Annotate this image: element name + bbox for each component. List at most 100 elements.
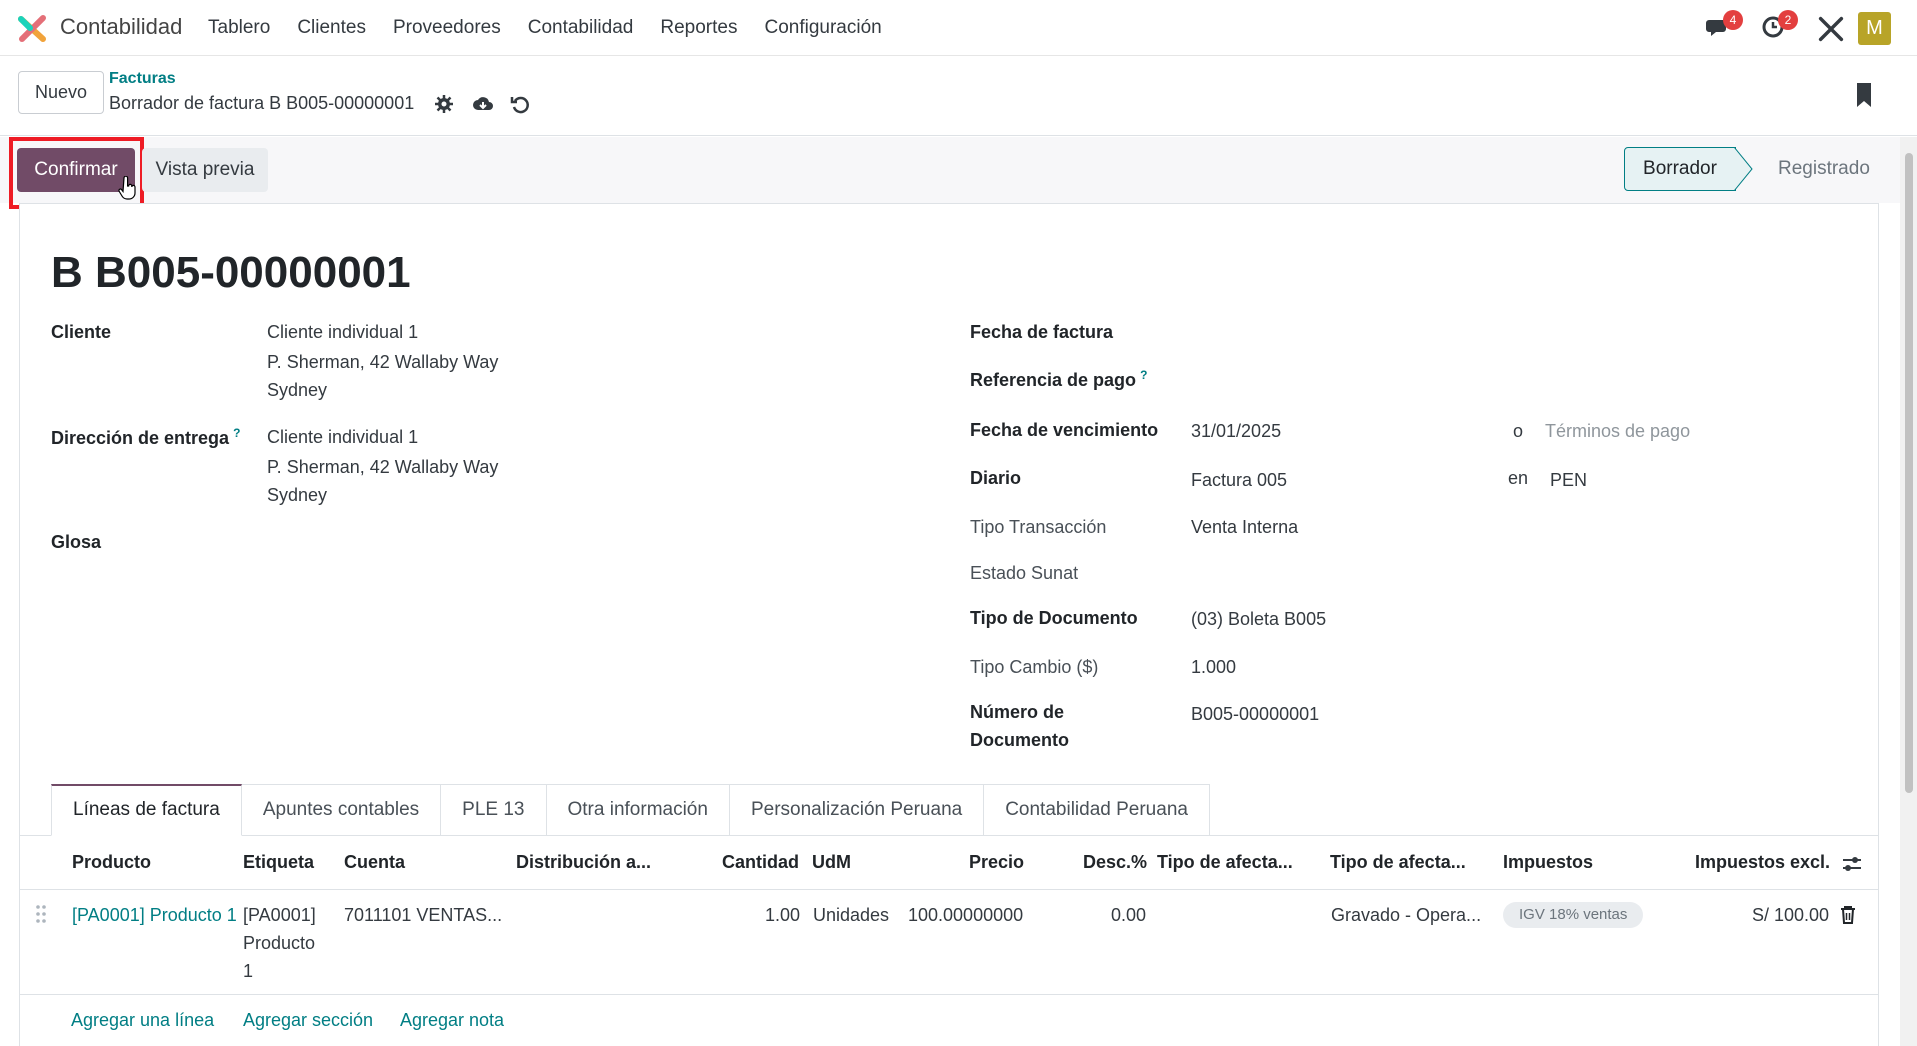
tab-lineas-factura[interactable]: Líneas de factura bbox=[51, 784, 242, 836]
transaction-type-field[interactable]: Venta Interna bbox=[1191, 517, 1298, 538]
doc-type-label: Tipo de Documento bbox=[970, 608, 1138, 628]
col-taxes[interactable]: Impuestos bbox=[1503, 852, 1593, 873]
activities-badge: 2 bbox=[1778, 10, 1798, 30]
col-account[interactable]: Cuenta bbox=[344, 852, 405, 873]
user-avatar[interactable]: M bbox=[1858, 12, 1891, 45]
add-section-link[interactable]: Agregar sección bbox=[243, 1010, 373, 1031]
col-price[interactable]: Precio bbox=[969, 852, 1024, 873]
col-product[interactable]: Producto bbox=[72, 852, 151, 873]
doc-number-field[interactable]: B005-00000001 bbox=[1191, 704, 1319, 725]
tab-personalizacion-peruana[interactable]: Personalización Peruana bbox=[729, 784, 985, 836]
tools-icon[interactable] bbox=[1816, 14, 1846, 44]
tab-apuntes-contables[interactable]: Apuntes contables bbox=[241, 784, 442, 836]
main-menu: Tablero Clientes Proveedores Contabilida… bbox=[208, 17, 909, 39]
exchange-field[interactable]: 1.000 bbox=[1191, 657, 1236, 678]
tab-contabilidad-peruana[interactable]: Contabilidad Peruana bbox=[984, 784, 1210, 836]
menu-reportes[interactable]: Reportes bbox=[660, 17, 737, 39]
breadcrumb-facturas[interactable]: Facturas bbox=[109, 70, 176, 88]
due-date-field[interactable]: 31/01/2025 bbox=[1191, 421, 1281, 442]
bookmark-icon[interactable] bbox=[1853, 81, 1875, 109]
breadcrumb-current: Borrador de factura B B005-00000001 bbox=[109, 93, 415, 113]
menu-proveedores[interactable]: Proveedores bbox=[393, 17, 501, 39]
top-navbar: Contabilidad Tablero Clientes Proveedore… bbox=[0, 0, 1917, 56]
col-affect-type-1[interactable]: Tipo de afecta... bbox=[1157, 852, 1293, 873]
due-date-label: Fecha de vencimiento bbox=[970, 420, 1159, 440]
col-subtotal[interactable]: Impuestos excl. bbox=[1695, 852, 1830, 873]
doc-type-field[interactable]: (03) Boleta B005 bbox=[1191, 609, 1326, 630]
sunat-status-label: Estado Sunat bbox=[970, 563, 1079, 583]
status-arrow-icon bbox=[1734, 147, 1753, 191]
col-distribution[interactable]: Distribución a... bbox=[516, 852, 651, 873]
app-name[interactable]: Contabilidad bbox=[60, 14, 182, 40]
activities-button[interactable]: 2 bbox=[1760, 10, 1798, 42]
customer-name[interactable]: Cliente individual 1 bbox=[267, 322, 418, 343]
col-label[interactable]: Etiqueta bbox=[243, 852, 314, 873]
menu-configuracion[interactable]: Configuración bbox=[764, 17, 881, 39]
tab-ple-13[interactable]: PLE 13 bbox=[441, 784, 547, 836]
col-affect-type-2[interactable]: Tipo de afecta... bbox=[1330, 852, 1466, 873]
menu-tablero[interactable]: Tablero bbox=[208, 17, 270, 39]
row-affect-type[interactable]: Gravado - Opera... bbox=[1331, 905, 1481, 926]
invoice-lines-header: Producto Etiqueta Cuenta Distribución a.… bbox=[19, 836, 1879, 890]
row-label-line-3: 1 bbox=[243, 961, 254, 981]
new-button[interactable]: Nuevo bbox=[18, 71, 104, 114]
tax-tag[interactable]: IGV 18% ventas bbox=[1503, 902, 1644, 928]
payment-terms-field[interactable]: Términos de pago bbox=[1545, 421, 1690, 442]
menu-clientes[interactable]: Clientes bbox=[297, 17, 366, 39]
cloud-save-icon[interactable] bbox=[472, 93, 494, 115]
row-subtotal: S/ 100.00 bbox=[1752, 905, 1830, 925]
gear-icon[interactable] bbox=[433, 93, 455, 115]
col-quantity[interactable]: Cantidad bbox=[722, 852, 799, 873]
messages-button[interactable]: 4 bbox=[1705, 10, 1743, 42]
preview-button[interactable]: Vista previa bbox=[142, 148, 268, 192]
delivery-street: P. Sherman, 42 Wallaby Way bbox=[267, 457, 499, 477]
customer-city: Sydney bbox=[267, 380, 328, 400]
add-note-link[interactable]: Agregar nota bbox=[400, 1010, 504, 1031]
row-product[interactable]: [PA0001] Producto 1 bbox=[72, 905, 240, 926]
hand-cursor-icon bbox=[118, 176, 136, 200]
row-quantity[interactable]: 1.00 bbox=[765, 905, 800, 926]
menu-contabilidad[interactable]: Contabilidad bbox=[528, 17, 634, 39]
doc-number-label-1: Número de bbox=[970, 702, 1065, 722]
invoice-date-label: Fecha de factura bbox=[970, 322, 1114, 342]
delivery-name[interactable]: Cliente individual 1 bbox=[267, 427, 418, 448]
row-account[interactable]: 7011101 VENTAS... bbox=[344, 905, 502, 926]
trash-icon[interactable] bbox=[1840, 905, 1856, 924]
payment-ref-label: Referencia de pago? bbox=[970, 368, 1148, 390]
row-uom[interactable]: Unidades bbox=[813, 905, 889, 926]
row-separator bbox=[19, 994, 1879, 995]
status-borrador[interactable]: Borrador bbox=[1624, 147, 1736, 191]
or-label: o bbox=[1513, 421, 1524, 441]
discard-icon[interactable] bbox=[509, 93, 531, 115]
control-panel: Nuevo Facturas Borrador de factura B B00… bbox=[0, 57, 1917, 136]
currency-field[interactable]: PEN bbox=[1550, 470, 1587, 491]
optional-columns-icon[interactable] bbox=[1841, 854, 1863, 874]
journal-label: Diario bbox=[970, 468, 1022, 488]
customer-label: Cliente bbox=[51, 322, 112, 342]
exchange-label: Tipo Cambio ($) bbox=[970, 657, 1099, 677]
customer-street: P. Sherman, 42 Wallaby Way bbox=[267, 352, 499, 372]
accounting-app-logo-icon[interactable] bbox=[18, 14, 46, 42]
delivery-city: Sydney bbox=[267, 485, 328, 505]
scrollbar-thumb[interactable] bbox=[1905, 153, 1913, 793]
row-price[interactable]: 100.00000000 bbox=[908, 905, 1023, 926]
tab-otra-informacion[interactable]: Otra información bbox=[546, 784, 730, 836]
delivery-help-icon[interactable]: ? bbox=[233, 426, 240, 440]
in-label: en bbox=[1508, 468, 1529, 488]
add-line-link[interactable]: Agregar una línea bbox=[71, 1010, 214, 1031]
row-discount[interactable]: 0.00 bbox=[1111, 905, 1146, 926]
messages-badge: 4 bbox=[1723, 10, 1743, 30]
doc-number-label-2: Documento bbox=[970, 730, 1069, 750]
payment-ref-help-icon[interactable]: ? bbox=[1140, 368, 1147, 382]
row-label-line-1[interactable]: [PA0001] bbox=[243, 905, 316, 926]
status-registrado[interactable]: Registrado bbox=[1764, 147, 1894, 191]
col-uom[interactable]: UdM bbox=[812, 852, 851, 873]
journal-field[interactable]: Factura 005 bbox=[1191, 470, 1287, 491]
drag-handle-icon[interactable] bbox=[34, 903, 48, 925]
notebook-tabs: Líneas de factura Apuntes contables PLE … bbox=[51, 784, 1210, 836]
col-discount[interactable]: Desc.% bbox=[1083, 852, 1147, 873]
glosa-label: Glosa bbox=[51, 532, 102, 552]
page-scrollbar[interactable] bbox=[1900, 137, 1917, 1046]
row-label-line-2: Producto bbox=[243, 933, 316, 953]
status-bar: Confirmar Vista previa Borrador Registra… bbox=[0, 137, 1900, 209]
